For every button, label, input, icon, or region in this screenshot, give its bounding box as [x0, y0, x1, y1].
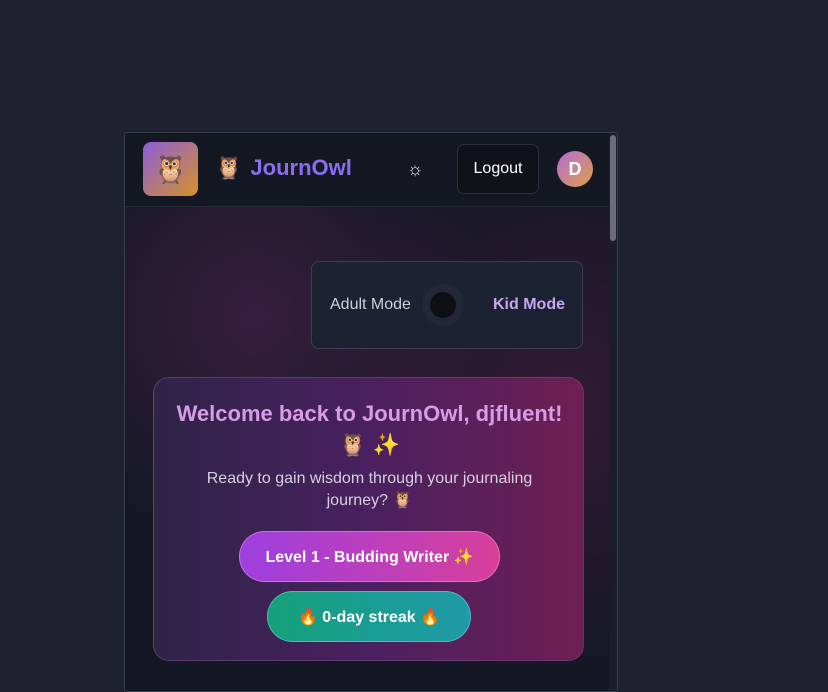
scrollbar[interactable]: [609, 133, 617, 691]
main-content: Adult Mode Kid Mode Welcome back to Jour…: [125, 207, 611, 691]
theme-toggle-sun-icon[interactable]: ☼: [403, 157, 427, 181]
welcome-card: Welcome back to JournOwl, djfluent! 🦉 ✨ …: [153, 377, 584, 661]
welcome-title: Welcome back to JournOwl, djfluent! 🦉 ✨: [176, 401, 563, 457]
app-logo[interactable]: 🦉: [143, 142, 198, 196]
welcome-subtitle: Ready to gain wisdom through your journa…: [206, 470, 533, 509]
brand-name: JournOwl: [250, 155, 352, 180]
level-badge: Level 1 - Budding Writer ✨: [239, 531, 500, 582]
mode-switch[interactable]: [430, 292, 456, 318]
owl-icon: 🦉: [215, 155, 243, 180]
mode-toggle-panel: Adult Mode Kid Mode: [311, 261, 583, 349]
owl-logo-icon: 🦉: [153, 153, 188, 185]
streak-badge: 🔥 0-day streak 🔥: [267, 591, 471, 642]
logout-button[interactable]: Logout: [457, 144, 539, 194]
brand[interactable]: 🦉 JournOwl: [215, 155, 352, 181]
scrollbar-thumb[interactable]: [610, 135, 616, 241]
avatar[interactable]: D: [557, 151, 593, 187]
adult-mode-label[interactable]: Adult Mode: [330, 296, 411, 314]
app-header: 🦉 🦉 JournOwl ☼ Logout D: [125, 133, 611, 207]
app-window: 🦉 🦉 JournOwl ☼ Logout D Adult Mode Kid M…: [124, 132, 618, 692]
kid-mode-label[interactable]: Kid Mode: [493, 296, 565, 314]
